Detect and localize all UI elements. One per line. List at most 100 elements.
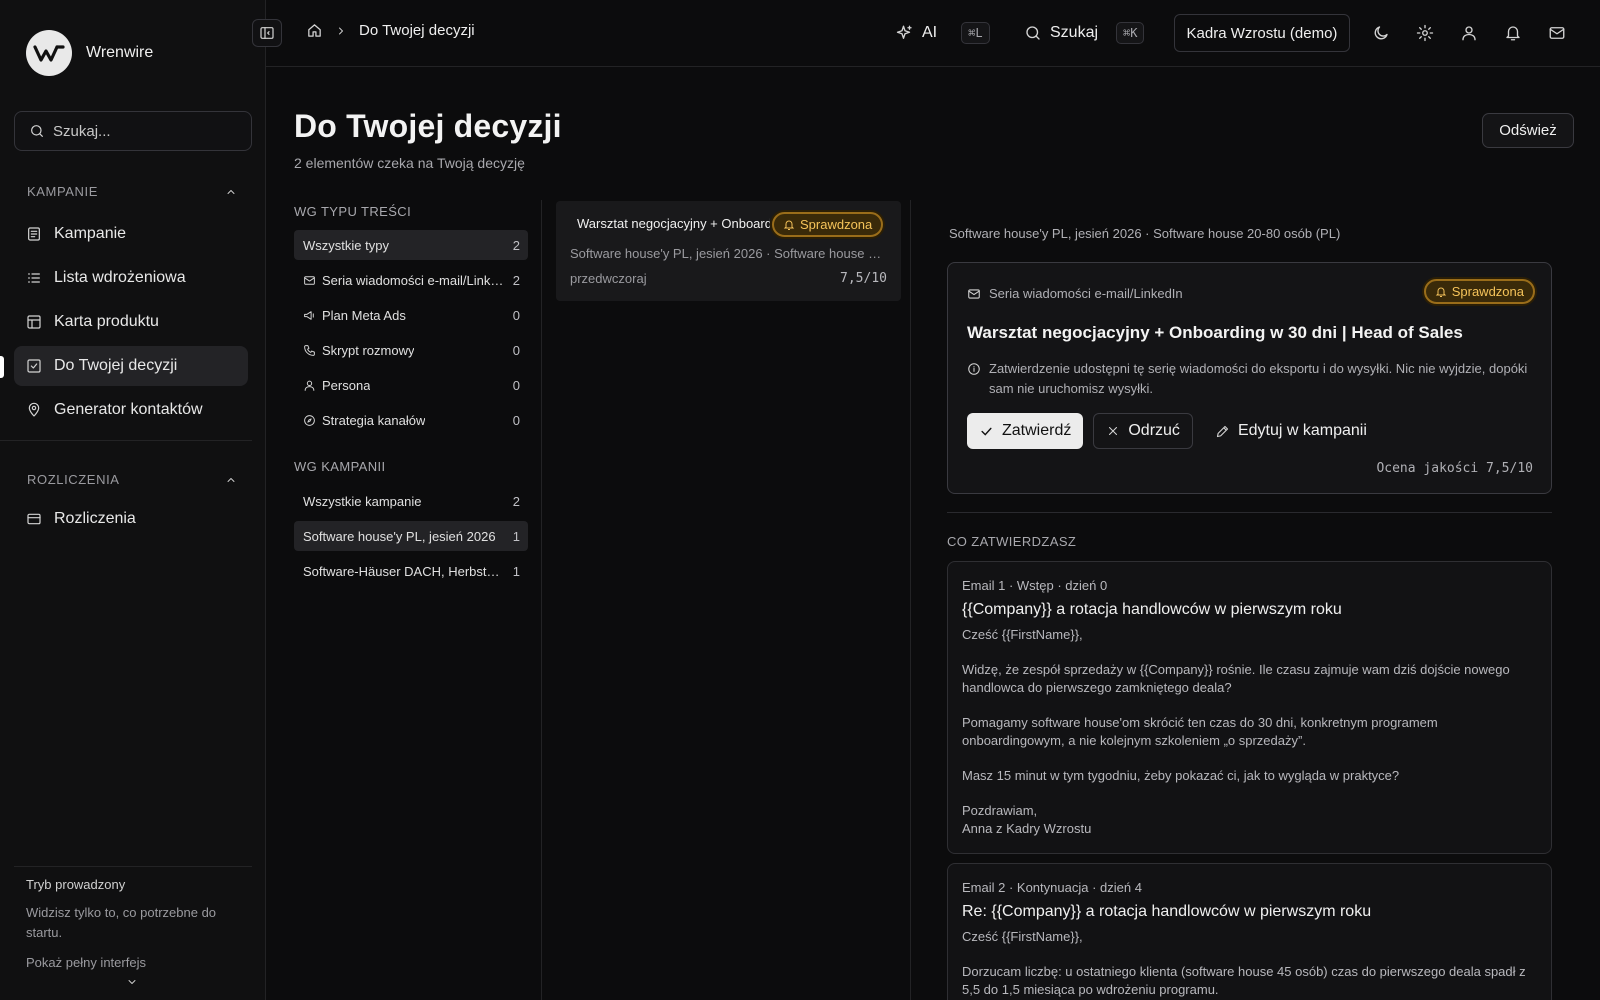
profile-button[interactable] bbox=[1458, 22, 1480, 44]
sidebar-item-label: Karta produktu bbox=[54, 313, 159, 330]
filter-type-heading: WG TYPU TREŚCI bbox=[294, 204, 412, 219]
search-shortcut: ⌘K bbox=[1116, 22, 1145, 44]
page-title: Do Twojej decyzji bbox=[294, 108, 562, 144]
column-divider bbox=[910, 200, 911, 1000]
theme-toggle[interactable] bbox=[1370, 22, 1392, 44]
section-title: KAMPANIE bbox=[27, 184, 99, 199]
approve-button[interactable]: Zatwierdź bbox=[967, 413, 1084, 449]
workspace-selector[interactable]: Kadra Wzrostu (demo) bbox=[1174, 14, 1350, 52]
email-paragraph: Masz 15 minut w tym tygodniu, żeby pokaz… bbox=[962, 768, 1400, 783]
show-full-interface-link[interactable]: Pokaż pełny interfejs bbox=[26, 955, 242, 970]
email-card: Email 2 · Kontynuacja · dzień 4 Re: {{Co… bbox=[947, 863, 1552, 1000]
filter-campaign-dach[interactable]: Software-Häuser DACH, Herbst 2026 1 bbox=[294, 556, 528, 586]
page-subtitle: 2 elementów czeka na Twoją decyzję bbox=[294, 155, 525, 171]
search-button[interactable]: Szukaj ⌘K bbox=[1024, 18, 1145, 48]
info-icon bbox=[968, 363, 980, 375]
home-icon[interactable] bbox=[306, 22, 323, 39]
filter-type-email-series[interactable]: Seria wiadomości e-mail/LinkedIn 2 bbox=[294, 265, 528, 295]
mail-icon bbox=[304, 275, 315, 285]
column-divider bbox=[541, 200, 542, 1000]
chevron-down-icon[interactable] bbox=[126, 976, 138, 988]
sidebar-item-kampanie[interactable]: Kampanie bbox=[14, 214, 248, 254]
sidebar-toggle-icon bbox=[260, 27, 274, 39]
search-icon bbox=[1026, 26, 1040, 40]
quality-score: Ocena jakości 7,5/10 bbox=[1376, 461, 1533, 476]
guided-title: Tryb prowadzony bbox=[26, 877, 126, 892]
filter-type-meta-ads[interactable]: Plan Meta Ads 0 bbox=[294, 300, 528, 330]
email-paragraph: Cześć {{FirstName}}, bbox=[962, 929, 1083, 944]
list-item-subtitle: Software house'y PL, jesień 2026 · Softw… bbox=[570, 246, 888, 261]
active-indicator bbox=[0, 356, 4, 378]
sidebar-toggle-button[interactable] bbox=[252, 19, 282, 47]
detail-type-label: Seria wiadomości e-mail/LinkedIn bbox=[989, 286, 1183, 301]
search-icon bbox=[31, 125, 43, 137]
compass-icon bbox=[304, 414, 315, 426]
filter-campaign-pl[interactable]: Software house'y PL, jesień 2026 1 bbox=[294, 521, 528, 551]
filter-count: 1 bbox=[512, 528, 520, 544]
sidebar-item-generator-kontaktow[interactable]: Generator kontaktów bbox=[14, 390, 248, 430]
guided-mode: Tryb prowadzony Widzisz tylko to, co pot… bbox=[26, 877, 242, 988]
filter-count: 0 bbox=[512, 342, 520, 358]
moon-icon bbox=[1374, 26, 1388, 40]
sidebar-item-do-twojej-decyzji[interactable]: Do Twojej decyzji bbox=[14, 346, 248, 386]
reject-label: Odrzuć bbox=[1128, 422, 1180, 439]
search-label: Szukaj bbox=[1050, 24, 1099, 41]
sidebar-search-input[interactable] bbox=[53, 122, 233, 140]
megaphone-icon bbox=[304, 310, 314, 320]
edit-in-campaign-button[interactable]: Edytuj w kampanii bbox=[1203, 413, 1379, 449]
sidebar-item-rozliczenia[interactable]: Rozliczenia bbox=[14, 499, 248, 539]
filter-label: Wszystkie typy bbox=[303, 237, 389, 253]
gear-icon bbox=[1416, 24, 1434, 42]
sidebar: Wrenwire KAMPANIE Kampanie Lista wdrożen… bbox=[0, 0, 266, 1000]
ai-label: AI bbox=[922, 24, 938, 41]
sidebar-item-label: Rozliczenia bbox=[54, 510, 136, 527]
filter-type-persona[interactable]: Persona 0 bbox=[294, 370, 528, 400]
filter-type-call-script[interactable]: Skrypt rozmowy 0 bbox=[294, 335, 528, 365]
detail-info: Zatwierdzenie udostępni tę serię wiadomo… bbox=[967, 359, 1537, 399]
sidebar-search[interactable] bbox=[14, 111, 252, 151]
approve-label: Zatwierdź bbox=[1002, 422, 1072, 439]
document-icon bbox=[28, 227, 40, 241]
detail-info-text: Zatwierdzenie udostępni tę serię wiadomo… bbox=[989, 361, 1528, 396]
user-icon bbox=[304, 380, 315, 391]
sidebar-item-label: Kampanie bbox=[54, 225, 127, 242]
filter-type-all[interactable]: Wszystkie typy 2 bbox=[294, 230, 528, 260]
detail-breadcrumb: Software house'y PL, jesień 2026 · Softw… bbox=[949, 226, 1341, 241]
card-icon bbox=[27, 513, 41, 525]
sidebar-item-label: Generator kontaktów bbox=[54, 401, 203, 418]
ai-button[interactable]: AI ⌘L bbox=[896, 18, 990, 48]
section-rozliczenia[interactable]: ROZLICZENIA bbox=[27, 472, 237, 487]
section-kampanie[interactable]: KAMPANIE bbox=[27, 184, 237, 199]
filter-count: 0 bbox=[512, 307, 520, 323]
sidebar-divider bbox=[14, 866, 252, 867]
email-paragraph: Cześć {{FirstName}}, bbox=[962, 627, 1083, 642]
filter-label: Persona bbox=[322, 377, 371, 393]
edit-label: Edytuj w kampanii bbox=[1237, 422, 1367, 439]
pin-icon bbox=[28, 402, 40, 417]
notifications-button[interactable] bbox=[1502, 22, 1524, 44]
filter-label: Seria wiadomości e-mail/LinkedIn bbox=[322, 272, 508, 288]
sidebar-item-lista-wdrozeniowa[interactable]: Lista wdrożeniowa bbox=[14, 258, 248, 298]
filter-count: 0 bbox=[512, 412, 520, 428]
status-badge: Sprawdzona bbox=[772, 212, 884, 237]
guided-desc: Widzisz tylko to, co potrzebne do startu… bbox=[26, 905, 217, 940]
filter-type-channel-strategy[interactable]: Strategia kanałów 0 bbox=[294, 405, 528, 435]
list-item[interactable]: Warsztat negocjacyjny + Onboarding w 30 … bbox=[556, 201, 901, 301]
brand[interactable]: Wrenwire bbox=[26, 30, 153, 76]
refresh-button[interactable]: Odśwież bbox=[1482, 113, 1574, 148]
filter-campaign-all[interactable]: Wszystkie kampanie 2 bbox=[294, 486, 528, 516]
topbar: Do Twojej decyzji AI ⌘L Szukaj ⌘K Kadra … bbox=[252, 0, 1600, 67]
filter-label: Strategia kanałów bbox=[322, 412, 426, 428]
messages-button[interactable] bbox=[1546, 22, 1568, 44]
sidebar-item-karta-produktu[interactable]: Karta produktu bbox=[14, 302, 248, 342]
sparkles-icon bbox=[896, 25, 912, 39]
checklist-icon bbox=[28, 273, 40, 283]
email-body: Cześć {{FirstName}}, Widzę, że zespół sp… bbox=[962, 626, 1537, 838]
reject-button[interactable]: Odrzuć bbox=[1093, 413, 1193, 449]
close-icon bbox=[1109, 426, 1118, 436]
email-paragraph: Pomagamy software house'om skrócić ten c… bbox=[962, 715, 1438, 748]
email-paragraph: Widzę, że zespół sprzedaży w {{Company}}… bbox=[962, 662, 1510, 695]
filter-label: Software-Häuser DACH, Herbst 2026 bbox=[303, 563, 503, 579]
bell-check-icon bbox=[1435, 287, 1446, 297]
settings-button[interactable] bbox=[1414, 22, 1436, 44]
